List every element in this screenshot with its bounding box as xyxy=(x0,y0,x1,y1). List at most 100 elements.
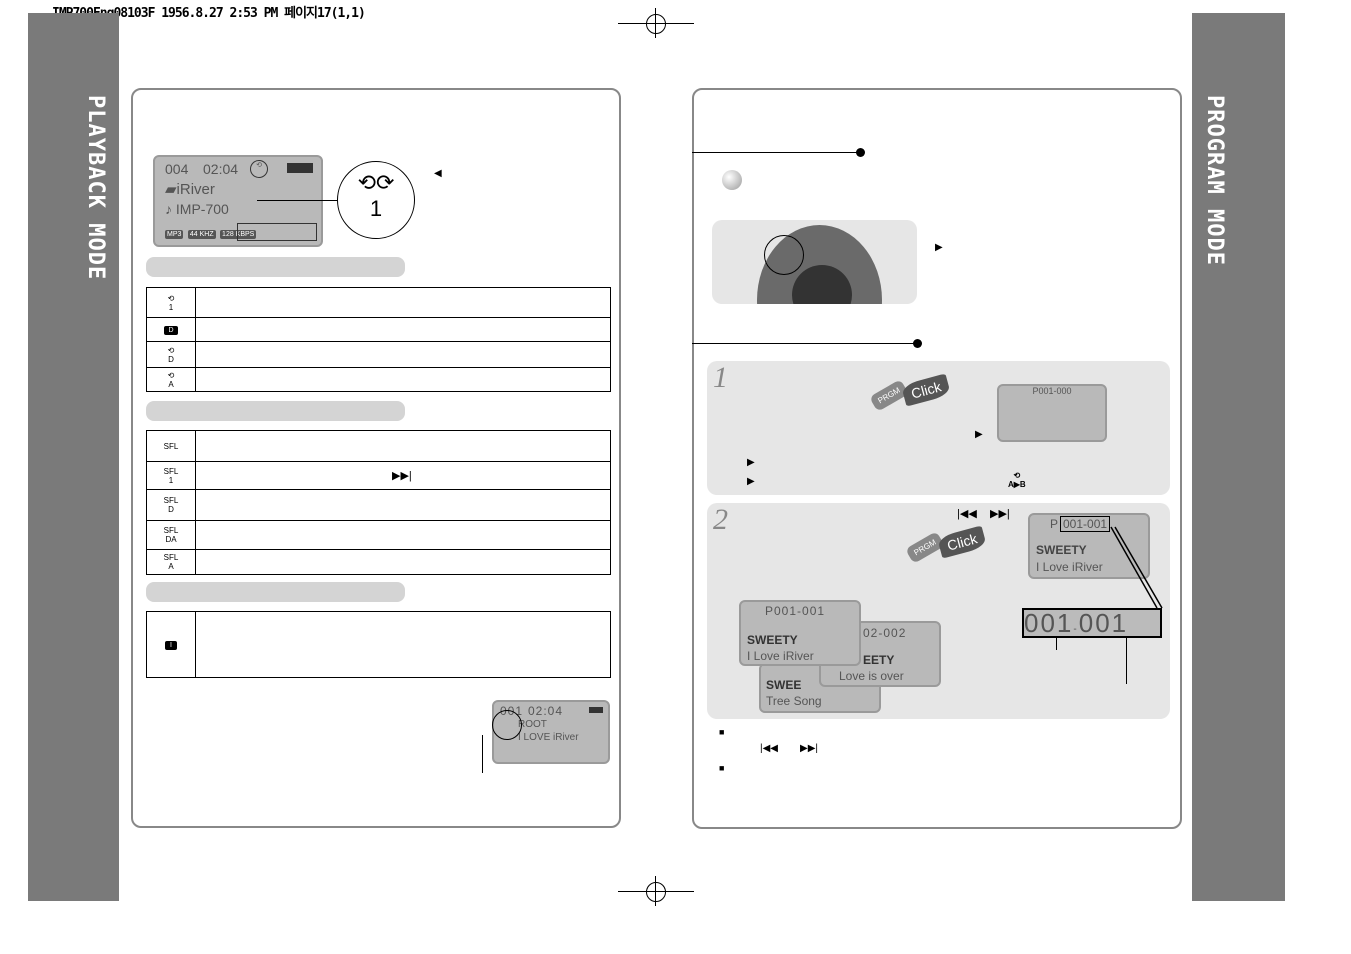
file-name: Tree Song xyxy=(766,694,822,708)
table-row: ⟲ D xyxy=(146,341,611,368)
registration-mark xyxy=(618,8,694,38)
bullet-icon: ◀ xyxy=(434,168,442,179)
section-rule xyxy=(692,343,916,344)
table-row: I xyxy=(146,611,611,678)
bullet-dot xyxy=(856,148,865,157)
program-code: 001-001 xyxy=(1060,516,1111,532)
icon-label: D xyxy=(164,325,178,335)
track-number: 004 xyxy=(165,161,189,177)
next-icon: ▶▶| xyxy=(195,461,611,490)
section-header-shuffle xyxy=(146,401,405,421)
repeat-table: ⟲ 1 D ⟲ D ⟲ A xyxy=(146,287,611,392)
note-bullet-icon: ■ xyxy=(719,727,725,737)
next-icon: ▶▶| xyxy=(990,508,1010,520)
side-title: PROGRAM MODE xyxy=(1202,95,1227,266)
lcd-display: 004 02:04 ⟲ ▰iRiver ♪ IMP-700 MP3 44 KHZ… xyxy=(153,155,323,247)
repeat-icon: ⟲⟳ xyxy=(357,170,395,195)
program-code: 02-002 xyxy=(863,626,907,640)
repeat-all-icon: ⟲ A xyxy=(146,367,196,392)
icon-sublabel: 1 xyxy=(168,475,174,485)
folder-name: SWEETY xyxy=(1036,543,1087,557)
shuffle-table: SFL SFL 1 ▶▶| SFL D SFL DA SFL A xyxy=(146,430,611,575)
bullet-icon: ▶ xyxy=(747,457,755,468)
file-name: I Love iRiver xyxy=(747,649,814,663)
table-row: SFL DA xyxy=(146,520,611,550)
device-photo xyxy=(712,220,917,304)
intro-table: I xyxy=(146,611,611,678)
prgm-highlight-circle xyxy=(764,235,804,275)
file-name: Love is over xyxy=(839,669,904,683)
shuffle-dir-all-icon: SFL DA xyxy=(146,520,196,550)
section-rule xyxy=(692,152,860,153)
folder-name: ROOT xyxy=(518,719,547,730)
shuffle-dir-icon: SFL D xyxy=(146,489,196,521)
track-number: 001 xyxy=(1078,608,1129,638)
icon-label: SFL xyxy=(163,441,179,451)
battery-icon xyxy=(287,163,313,173)
program-code: P001-000 xyxy=(1032,386,1072,396)
table-row: D xyxy=(146,317,611,342)
intro-icon: I xyxy=(146,611,196,678)
bullet-icon: ▶ xyxy=(975,429,983,440)
icon-label: D xyxy=(168,354,174,364)
callout-line xyxy=(257,200,337,201)
step-number: 2 xyxy=(713,503,728,536)
code-prefix: P xyxy=(1050,517,1059,531)
table-row: SFL 1 ▶▶| xyxy=(146,461,611,490)
battery-icon xyxy=(589,707,603,713)
bullet-dot xyxy=(913,339,922,348)
callout-line xyxy=(482,735,483,773)
file-name: ♪ IMP-700 xyxy=(165,201,229,217)
repeat-1-icon: ⟲ 1 xyxy=(146,287,196,318)
repeat-zoom-circle: ⟲⟳ 1 xyxy=(337,161,415,239)
khz-badge: 44 KHZ xyxy=(187,230,216,239)
repeat-1-icon: ⟲ xyxy=(250,160,268,178)
registration-mark xyxy=(618,876,694,906)
icon-label: SFL xyxy=(163,496,179,505)
lcd-stack-1: P001-001 SWEETY I Love iRiver xyxy=(739,600,861,666)
section-header-intro xyxy=(146,582,405,602)
icon-label: SFL xyxy=(163,553,179,562)
tip-bulb-icon xyxy=(722,170,742,190)
next-icon: ▶▶| xyxy=(800,743,818,754)
right-sidebar: PROGRAM MODE xyxy=(1192,13,1285,901)
icon-sublabel: DA xyxy=(165,535,177,544)
program-code: P001-001 xyxy=(765,604,826,618)
level-meter xyxy=(237,223,317,241)
table-row: SFL xyxy=(146,430,611,462)
table-row: ⟲ A xyxy=(146,367,611,392)
file-text: IMP-700 xyxy=(175,201,229,217)
ab-label: A▶B xyxy=(1008,480,1026,489)
lcd-display: P001-000 xyxy=(997,384,1107,442)
time: 02:04 xyxy=(203,161,239,177)
folder-name: ▰iRiver xyxy=(165,181,215,198)
shuffle-all-icon: SFL A xyxy=(146,549,196,575)
step-2-box: 2 |◀◀ ▶▶| PRGM Click P 001-001 SWEETY I … xyxy=(707,503,1170,719)
folder-number: 001 xyxy=(1024,608,1074,638)
click-burst: Click xyxy=(936,525,988,559)
format-badge: MP3 xyxy=(165,230,184,239)
note-bullet-icon: ■ xyxy=(719,763,725,773)
time: 02:04 xyxy=(528,704,564,718)
folder-name: SWEETY xyxy=(747,633,798,647)
shuffle-icon: SFL xyxy=(146,430,196,462)
folder-name: SWEE xyxy=(766,678,802,692)
table-row: ⟲ 1 xyxy=(146,287,611,318)
ab-repeat-icon: ⟲ A▶B xyxy=(1008,471,1026,489)
folder-text: iRiver xyxy=(176,181,215,198)
repeat-label: 1 xyxy=(369,196,383,221)
callout-line xyxy=(1056,636,1057,650)
icon-label: SFL xyxy=(163,526,179,535)
dir-icon: D xyxy=(146,317,196,342)
file-name: I Love iRiver xyxy=(1036,560,1103,574)
side-title: PLAYBACK MODE xyxy=(83,95,108,281)
file-name: I LOVE iRiver xyxy=(518,732,579,743)
highlight-circle xyxy=(492,710,522,740)
callout-line xyxy=(1126,636,1127,684)
icon-label: SFL xyxy=(163,466,179,476)
icon-label: 1 xyxy=(168,302,174,312)
section-header-repeat xyxy=(146,257,405,277)
click-burst: Click xyxy=(900,373,952,407)
prev-icon: |◀◀ xyxy=(957,508,977,520)
icon-sublabel: D xyxy=(168,505,174,514)
